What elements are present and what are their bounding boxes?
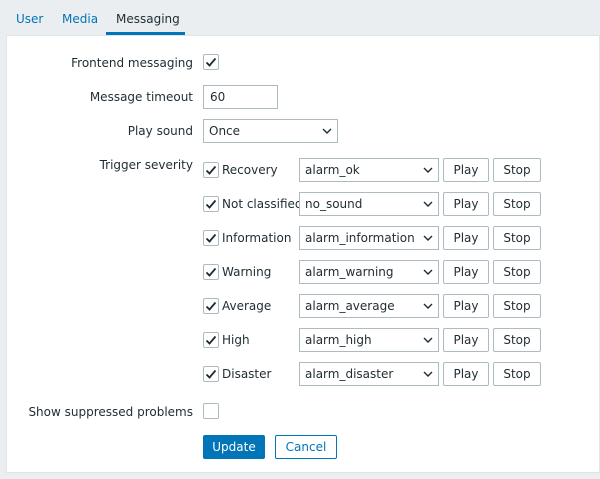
tab-messaging[interactable]: Messaging: [116, 12, 180, 32]
show-suppressed-label: Show suppressed problems: [28, 405, 193, 419]
severity-checkbox-not-classified[interactable]: [203, 196, 219, 212]
tab-bar: User Media Messaging: [0, 0, 600, 36]
severity-sound-select-information[interactable]: alarm_information: [299, 226, 439, 250]
chevron-down-icon: [423, 201, 433, 207]
message-timeout-input[interactable]: 60: [203, 85, 278, 109]
trigger-severity-label: Trigger severity: [99, 158, 193, 172]
severity-label-high: High: [222, 333, 250, 347]
chevron-down-icon: [423, 303, 433, 309]
checkmark-icon: [205, 57, 217, 67]
chevron-down-icon: [423, 371, 433, 377]
severity-checkbox-information[interactable]: [203, 230, 219, 246]
severity-label-disaster: Disaster: [222, 367, 272, 381]
severity-sound-value: alarm_ok: [305, 163, 360, 177]
stop-button-disaster[interactable]: Stop: [493, 362, 541, 386]
stop-button-high[interactable]: Stop: [493, 328, 541, 352]
play-button-not-classified[interactable]: Play: [443, 192, 489, 216]
tab-user[interactable]: User: [16, 12, 43, 32]
severity-label-information: Information: [222, 231, 292, 245]
severity-label-recovery: Recovery: [222, 163, 278, 177]
stop-button-not-classified[interactable]: Stop: [493, 192, 541, 216]
stop-button-warning[interactable]: Stop: [493, 260, 541, 284]
severity-sound-value: alarm_warning: [305, 265, 394, 279]
severity-label-average: Average: [222, 299, 272, 313]
chevron-down-icon: [423, 269, 433, 275]
stop-button-average[interactable]: Stop: [493, 294, 541, 318]
play-button-warning[interactable]: Play: [443, 260, 489, 284]
update-button[interactable]: Update: [203, 435, 265, 459]
severity-sound-value: alarm_disaster: [305, 367, 394, 381]
severity-sound-select-high[interactable]: alarm_high: [299, 328, 439, 352]
severity-sound-select-average[interactable]: alarm_average: [299, 294, 439, 318]
severity-sound-value: no_sound: [305, 197, 363, 211]
cancel-button[interactable]: Cancel: [275, 435, 337, 459]
play-button-recovery[interactable]: Play: [443, 158, 489, 182]
frontend-messaging-checkbox[interactable]: [203, 54, 219, 70]
play-sound-select[interactable]: Once: [203, 119, 338, 143]
checkmark-icon: [205, 369, 217, 379]
checkmark-icon: [205, 165, 217, 175]
tab-media[interactable]: Media: [62, 12, 98, 32]
stop-button-recovery[interactable]: Stop: [493, 158, 541, 182]
play-sound-label: Play sound: [127, 124, 193, 138]
severity-sound-select-not-classified[interactable]: no_sound: [299, 192, 439, 216]
severity-checkbox-warning[interactable]: [203, 264, 219, 280]
checkmark-icon: [205, 335, 217, 345]
frontend-messaging-label: Frontend messaging: [71, 56, 193, 70]
severity-checkbox-average[interactable]: [203, 298, 219, 314]
severity-sound-value: alarm_high: [305, 333, 372, 347]
severity-sound-value: alarm_average: [305, 299, 395, 313]
checkmark-icon: [205, 301, 217, 311]
checkmark-icon: [205, 199, 217, 209]
chevron-down-icon: [423, 235, 433, 241]
play-sound-value: Once: [209, 124, 241, 138]
severity-checkbox-high[interactable]: [203, 332, 219, 348]
message-timeout-label: Message timeout: [89, 90, 193, 104]
severity-label-warning: Warning: [222, 265, 272, 279]
play-button-average[interactable]: Play: [443, 294, 489, 318]
checkmark-icon: [205, 233, 217, 243]
play-button-information[interactable]: Play: [443, 226, 489, 250]
severity-checkbox-disaster[interactable]: [203, 366, 219, 382]
severity-label-not-classified: Not classified: [222, 197, 303, 211]
play-button-disaster[interactable]: Play: [443, 362, 489, 386]
checkmark-icon: [205, 267, 217, 277]
severity-sound-select-recovery[interactable]: alarm_ok: [299, 158, 439, 182]
chevron-down-icon: [423, 337, 433, 343]
severity-sound-select-disaster[interactable]: alarm_disaster: [299, 362, 439, 386]
play-button-high[interactable]: Play: [443, 328, 489, 352]
show-suppressed-checkbox[interactable]: [203, 403, 219, 419]
severity-checkbox-recovery[interactable]: [203, 162, 219, 178]
stop-button-information[interactable]: Stop: [493, 226, 541, 250]
chevron-down-icon: [322, 128, 332, 134]
severity-sound-select-warning[interactable]: alarm_warning: [299, 260, 439, 284]
severity-sound-value: alarm_information: [305, 231, 415, 245]
chevron-down-icon: [423, 167, 433, 173]
